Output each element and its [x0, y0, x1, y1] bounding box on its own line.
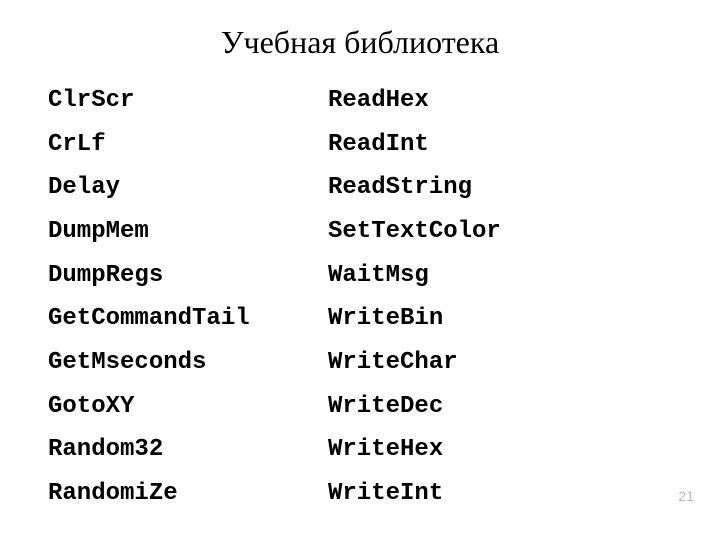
list-item: SetTextColor	[328, 210, 628, 254]
list-item: ReadString	[328, 166, 628, 210]
list-item: GetCommandTail	[48, 297, 328, 341]
list-item: WriteHex	[328, 428, 628, 472]
list-item: Random32	[48, 428, 328, 472]
list-item: WaitMsg	[328, 254, 628, 298]
list-item: WriteChar	[328, 341, 628, 385]
page-number: 21	[678, 488, 694, 504]
page-title: Учебная библиотека	[0, 0, 720, 79]
list-item: WriteBin	[328, 297, 628, 341]
list-item: WriteDec	[328, 385, 628, 429]
list-item: ReadHex	[328, 79, 628, 123]
right-column: ReadHex ReadInt ReadString SetTextColor …	[328, 79, 628, 516]
left-column: ClrScr CrLf Delay DumpMem DumpRegs GetCo…	[48, 79, 328, 516]
list-item: DumpRegs	[48, 254, 328, 298]
list-item: ReadInt	[328, 123, 628, 167]
list-item: RandomiZe	[48, 472, 328, 516]
list-item: CrLf	[48, 123, 328, 167]
list-item: WriteInt	[328, 472, 628, 516]
list-item: ClrScr	[48, 79, 328, 123]
list-item: GetMseconds	[48, 341, 328, 385]
procedure-list: ClrScr CrLf Delay DumpMem DumpRegs GetCo…	[0, 79, 720, 516]
list-item: GotoXY	[48, 385, 328, 429]
list-item: DumpMem	[48, 210, 328, 254]
list-item: Delay	[48, 166, 328, 210]
